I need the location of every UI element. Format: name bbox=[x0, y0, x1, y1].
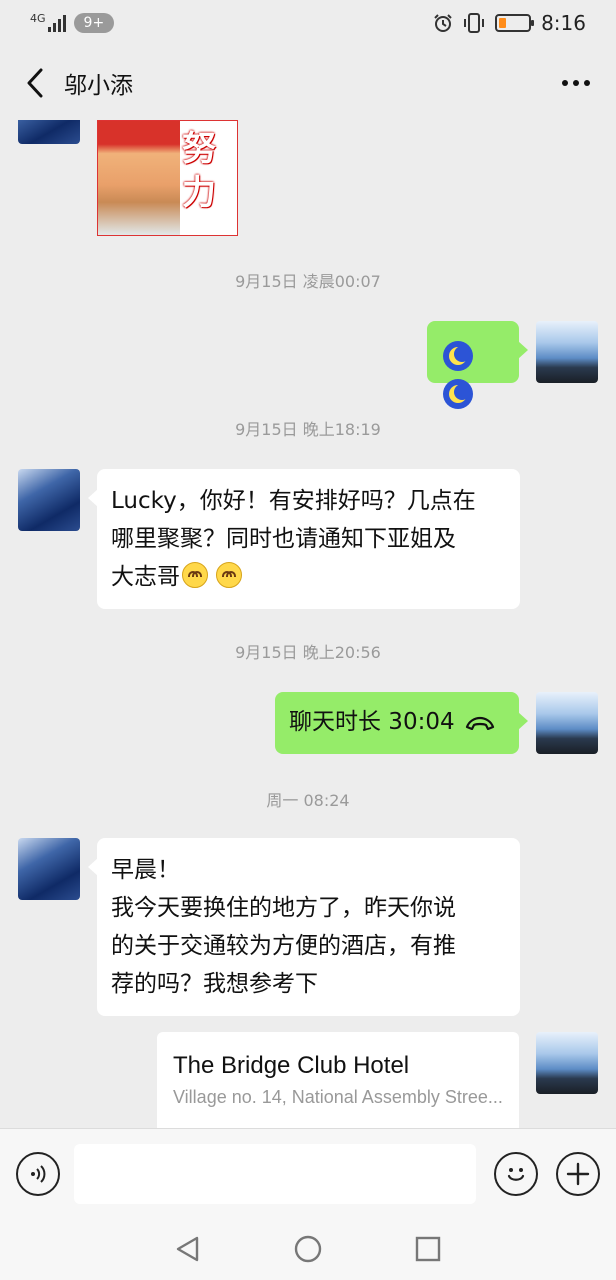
alarm-icon bbox=[434, 14, 452, 32]
sticker-text: 努力 bbox=[182, 129, 216, 213]
message-timestamp: 9月15日 晚上18:19 bbox=[235, 420, 381, 439]
contact-avatar[interactable] bbox=[18, 469, 80, 531]
back-button[interactable] bbox=[20, 63, 50, 103]
emoji-icon bbox=[507, 1167, 525, 1181]
chat-title: 邬小添 bbox=[64, 73, 133, 99]
call-message[interactable]: 聊天时长 30:04 bbox=[275, 692, 528, 754]
smile-emoji bbox=[182, 562, 208, 588]
home-circle-icon[interactable] bbox=[293, 1234, 323, 1264]
network-type: 4G bbox=[30, 12, 46, 25]
vibrate-icon bbox=[464, 13, 485, 33]
voice-button[interactable] bbox=[16, 1151, 60, 1196]
emoji-message[interactable] bbox=[427, 321, 528, 409]
call-duration: 聊天时长 30:04 bbox=[289, 709, 455, 735]
voice-icon bbox=[31, 1164, 46, 1183]
message-line: 哪里聚聚？同时也请通知下亚姐及 bbox=[111, 526, 456, 552]
message-timestamp: 9月15日 凌晨00:07 bbox=[235, 272, 381, 291]
link-subtitle: Village no. 14, National Assembly Stree.… bbox=[173, 1087, 503, 1107]
link-title: The Bridge Club Hotel bbox=[173, 1052, 410, 1079]
my-avatar[interactable] bbox=[536, 321, 598, 383]
phone-hangup-icon bbox=[465, 716, 494, 730]
text-message[interactable]: Lucky，你好！有安排好吗？几点在 哪里聚聚？同时也请通知下亚姐及 大志哥 bbox=[88, 469, 520, 609]
my-avatar[interactable] bbox=[536, 692, 598, 754]
more-dots-icon bbox=[562, 80, 590, 86]
chevron-left-icon bbox=[27, 68, 43, 98]
text-message[interactable]: 早晨！ 我今天要换住的地方了，昨天你说 的关于交通较为方便的酒店，有推 荐的吗？… bbox=[88, 838, 520, 1016]
message-input[interactable] bbox=[74, 1143, 476, 1204]
moon-emoji bbox=[443, 378, 473, 409]
input-bar bbox=[0, 1128, 616, 1218]
message-line: 我今天要换住的地方了，昨天你说 bbox=[111, 895, 456, 921]
message-timestamp: 周一 08:24 bbox=[266, 791, 350, 810]
message-line: 荐的吗？我想参考下 bbox=[111, 971, 318, 997]
plus-button[interactable] bbox=[556, 1151, 600, 1196]
message-line: Lucky，你好！有安排好吗？几点在 bbox=[111, 488, 476, 514]
status-bar: 4G 9+ 8:16 bbox=[0, 0, 616, 46]
status-right: 8:16 bbox=[433, 11, 586, 35]
more-button[interactable] bbox=[556, 63, 596, 103]
emoji-button[interactable] bbox=[494, 1151, 538, 1196]
message-line: 早晨！ bbox=[111, 857, 180, 883]
sticker-image bbox=[98, 121, 180, 235]
moon-emoji bbox=[443, 340, 473, 371]
message-list[interactable]: 努力 9月15日 凌晨00:07 9月15日 晚上18:19 Lucky，你好！… bbox=[0, 120, 616, 1128]
message-line-text: 大志哥 bbox=[111, 564, 180, 590]
message-line: 大志哥 bbox=[111, 558, 506, 596]
battery-icon bbox=[495, 14, 535, 32]
contact-avatar[interactable] bbox=[18, 838, 80, 900]
notification-badge: 9+ bbox=[73, 13, 115, 33]
status-left: 4G 9+ bbox=[30, 12, 115, 33]
smile-emoji bbox=[216, 562, 242, 588]
chat-header: 邬小添 bbox=[0, 46, 616, 120]
back-triangle-icon[interactable] bbox=[173, 1234, 203, 1264]
battery-fill bbox=[499, 18, 507, 28]
clock: 8:16 bbox=[541, 11, 586, 35]
plus-icon bbox=[566, 1162, 590, 1185]
message-line: 的关于交通较为方便的酒店，有推 bbox=[111, 933, 456, 959]
contact-avatar[interactable] bbox=[18, 120, 80, 144]
my-avatar[interactable] bbox=[536, 1032, 598, 1094]
message-timestamp: 9月15日 晚上20:56 bbox=[235, 643, 381, 662]
system-nav-bar bbox=[0, 1218, 616, 1280]
recents-square-icon[interactable] bbox=[413, 1234, 443, 1264]
sticker-message[interactable]: 努力 bbox=[97, 120, 238, 236]
signal-icon: 4G bbox=[30, 12, 66, 32]
link-card-message[interactable]: The Bridge Club Hotel Village no. 14, Na… bbox=[157, 1032, 519, 1128]
